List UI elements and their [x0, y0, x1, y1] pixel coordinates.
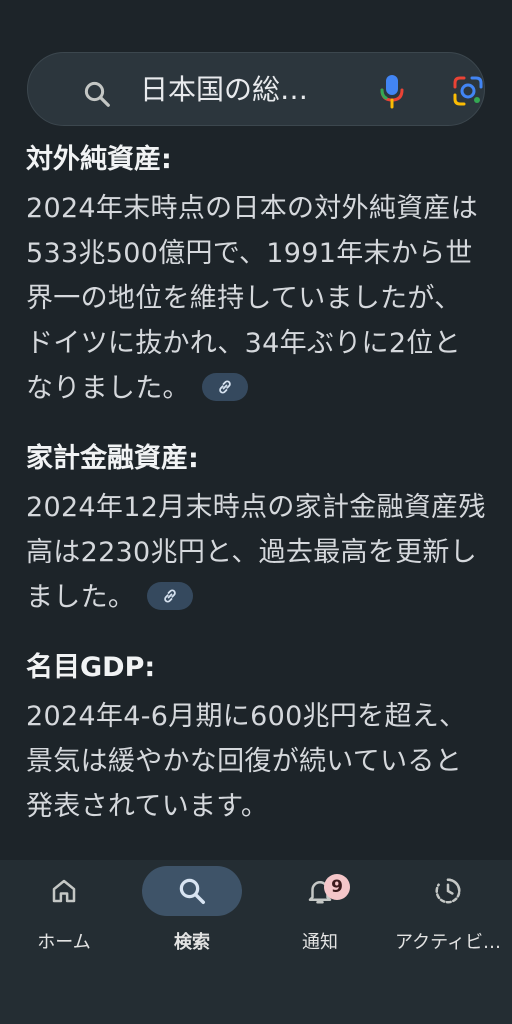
nav-item-search[interactable]: 検索	[128, 866, 256, 966]
section-nominal-gdp: 名目GDP: 2024年4-6月期に600兆円を超え、景気は緩やかな回復が続いて…	[26, 648, 486, 829]
source-link-button[interactable]	[147, 581, 194, 610]
section-body: 2024年4-6月期に600兆円を超え、景気は緩やかな回復が続いていると発表され…	[26, 694, 486, 829]
nav-label: 通知	[302, 932, 338, 953]
section-title: 名目GDP:	[26, 652, 156, 683]
nav-label: ホーム	[37, 932, 91, 953]
search-bar[interactable]: 日本国の総…	[27, 52, 485, 126]
nav-icon-container	[142, 866, 242, 916]
bottom-navigation: ホーム 検索 9 通知 アクティビ…	[0, 860, 512, 1024]
nav-label: アクティビ…	[394, 932, 502, 953]
ai-overview-content: 対外純資産: 2024年末時点の日本の対外純資産は533兆500億円で、1991…	[26, 140, 486, 857]
source-link-button[interactable]	[201, 372, 248, 401]
section-title: 対外純資産:	[26, 144, 172, 175]
link-icon	[164, 588, 176, 603]
nav-item-notifications[interactable]: 9 通知	[256, 866, 384, 966]
section-body-text: 2024年4-6月期に600兆円を超え、景気は緩やかな回復が続いていると発表され…	[26, 701, 467, 822]
page: 日本国の総… 対外純資産: 2024年末時点の日本の対外純資産は533兆500億…	[0, 0, 512, 1024]
section-net-external-assets: 対外純資産: 2024年末時点の日本の対外純資産は533兆500億円で、1991…	[26, 140, 486, 411]
search-icon[interactable]	[82, 79, 112, 113]
home-icon	[52, 879, 76, 903]
nav-label: 検索	[174, 932, 210, 953]
nav-icon-container	[398, 866, 498, 916]
section-body-text: 2024年末時点の日本の対外純資産は533兆500億円で、1991年末から世界一…	[26, 193, 479, 404]
section-title: 家計金融資産:	[26, 443, 199, 474]
link-icon	[219, 379, 231, 394]
search-query[interactable]: 日本国の総…	[140, 73, 340, 107]
section-household-financial-assets: 家計金融資産: 2024年12月末時点の家計金融資産残高は2230兆円と、過去最…	[26, 439, 486, 620]
google-lens-icon[interactable]	[452, 75, 484, 111]
nav-item-home[interactable]: ホーム	[0, 866, 128, 966]
nav-icon-container: 9	[270, 866, 370, 916]
section-body: 2024年12月末時点の家計金融資産残高は2230兆円と、過去最高を更新しました…	[26, 485, 486, 620]
search-icon	[179, 878, 205, 904]
nav-item-activity[interactable]: アクティビ…	[384, 866, 512, 966]
microphone-icon[interactable]	[378, 73, 406, 113]
nav-icon-container	[14, 866, 114, 916]
section-body: 2024年末時点の日本の対外純資産は533兆500億円で、1991年末から世界一…	[26, 186, 486, 411]
notification-count-badge: 9	[324, 874, 350, 900]
activity-icon	[435, 878, 461, 904]
section-body-text: 2024年12月末時点の家計金融資産残高は2230兆円と、過去最高を更新しました…	[26, 492, 486, 613]
